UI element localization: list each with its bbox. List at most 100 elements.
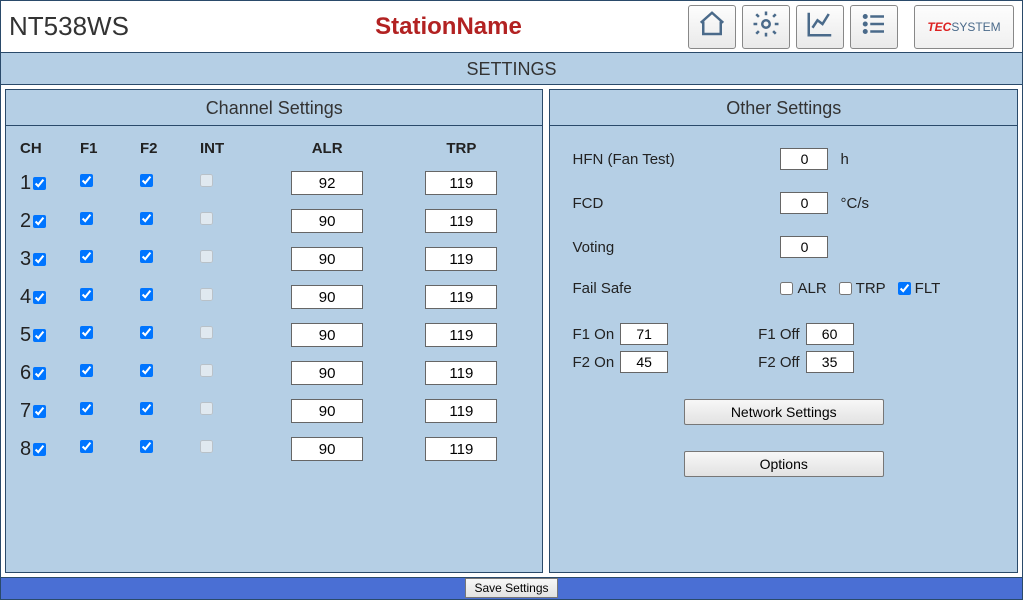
failsafe-flt-checkbox[interactable] xyxy=(898,282,911,295)
channel-int-checkbox[interactable] xyxy=(200,326,213,339)
channel-enable-checkbox[interactable] xyxy=(33,253,46,266)
channel-number-label: 7 xyxy=(20,400,31,423)
channel-f1-checkbox[interactable] xyxy=(80,250,93,263)
hfn-input[interactable] xyxy=(780,148,828,170)
channel-trp-input[interactable] xyxy=(425,209,497,233)
channel-alr-cell xyxy=(260,247,394,271)
failsafe-flt-label: FLT xyxy=(915,280,941,297)
channel-number: 4 xyxy=(20,286,80,309)
gear-icon xyxy=(751,9,781,44)
channel-trp-cell xyxy=(394,247,528,271)
f2off-label: F2 Off xyxy=(758,354,799,371)
channel-alr-input[interactable] xyxy=(291,437,363,461)
channel-int-cell xyxy=(200,402,260,420)
main-area: Channel Settings CH F1 F2 INT ALR TRP 12… xyxy=(1,85,1022,577)
channel-trp-input[interactable] xyxy=(425,285,497,309)
channel-alr-input[interactable] xyxy=(291,171,363,195)
channel-trp-input[interactable] xyxy=(425,361,497,385)
channel-int-cell xyxy=(200,288,260,306)
f2on-label: F2 On xyxy=(572,354,614,371)
channel-trp-input[interactable] xyxy=(425,171,497,195)
channel-f2-checkbox[interactable] xyxy=(140,174,153,187)
channel-enable-checkbox[interactable] xyxy=(33,443,46,456)
channel-f2-cell xyxy=(140,212,200,230)
col-f2: F2 xyxy=(140,140,200,157)
failsafe-label: Fail Safe xyxy=(572,280,772,297)
channel-trp-input[interactable] xyxy=(425,247,497,271)
page-title: SETTINGS xyxy=(1,53,1022,85)
channel-f1-checkbox[interactable] xyxy=(80,212,93,225)
channel-alr-input[interactable] xyxy=(291,361,363,385)
other-settings-title: Other Settings xyxy=(550,90,1017,126)
channel-enable-checkbox[interactable] xyxy=(33,405,46,418)
channel-trp-input[interactable] xyxy=(425,437,497,461)
channel-f1-checkbox[interactable] xyxy=(80,402,93,415)
channel-int-cell xyxy=(200,212,260,230)
channel-f2-checkbox[interactable] xyxy=(140,212,153,225)
failsafe-alr-checkbox[interactable] xyxy=(780,282,793,295)
channel-f2-checkbox[interactable] xyxy=(140,288,153,301)
channel-alr-input[interactable] xyxy=(291,285,363,309)
channel-enable-checkbox[interactable] xyxy=(33,367,46,380)
toolbar: TECSYSTEM xyxy=(688,5,1014,49)
channel-number: 3 xyxy=(20,248,80,271)
hfn-label: HFN (Fan Test) xyxy=(572,151,772,168)
channel-alr-input[interactable] xyxy=(291,247,363,271)
save-settings-button[interactable]: Save Settings xyxy=(465,578,557,598)
channel-f2-checkbox[interactable] xyxy=(140,402,153,415)
fcd-input[interactable] xyxy=(780,192,828,214)
channel-int-checkbox[interactable] xyxy=(200,212,213,225)
f2off-input[interactable] xyxy=(806,351,854,373)
channel-settings-panel: Channel Settings CH F1 F2 INT ALR TRP 12… xyxy=(5,89,543,573)
channel-int-checkbox[interactable] xyxy=(200,288,213,301)
channel-settings-title: Channel Settings xyxy=(6,90,542,126)
channel-alr-cell xyxy=(260,361,394,385)
channel-f2-checkbox[interactable] xyxy=(140,364,153,377)
f2on-input[interactable] xyxy=(620,351,668,373)
channel-alr-input[interactable] xyxy=(291,399,363,423)
network-settings-button[interactable]: Network Settings xyxy=(684,399,884,425)
channel-alr-input[interactable] xyxy=(291,209,363,233)
voting-input[interactable] xyxy=(780,236,828,258)
channel-enable-checkbox[interactable] xyxy=(33,291,46,304)
channel-alr-cell xyxy=(260,437,394,461)
channel-enable-checkbox[interactable] xyxy=(33,215,46,228)
channel-number-label: 1 xyxy=(20,172,31,195)
chart-button[interactable] xyxy=(796,5,844,49)
channel-int-checkbox[interactable] xyxy=(200,364,213,377)
channel-f1-checkbox[interactable] xyxy=(80,440,93,453)
channel-f2-checkbox[interactable] xyxy=(140,250,153,263)
channel-enable-checkbox[interactable] xyxy=(33,177,46,190)
channel-f1-cell xyxy=(80,402,140,420)
channel-f1-checkbox[interactable] xyxy=(80,326,93,339)
settings-button[interactable] xyxy=(742,5,790,49)
f1on-input[interactable] xyxy=(620,323,668,345)
channel-f1-cell xyxy=(80,440,140,458)
home-button[interactable] xyxy=(688,5,736,49)
f1off-label: F1 Off xyxy=(758,326,799,343)
failsafe-trp-label: TRP xyxy=(856,280,886,297)
channel-f1-checkbox[interactable] xyxy=(80,174,93,187)
channel-f2-checkbox[interactable] xyxy=(140,326,153,339)
list-button[interactable] xyxy=(850,5,898,49)
channel-f1-cell xyxy=(80,250,140,268)
chart-icon xyxy=(805,9,835,44)
channel-number: 5 xyxy=(20,324,80,347)
channel-number: 8 xyxy=(20,438,80,461)
options-button[interactable]: Options xyxy=(684,451,884,477)
channel-f1-checkbox[interactable] xyxy=(80,288,93,301)
channel-int-checkbox[interactable] xyxy=(200,402,213,415)
channel-int-checkbox[interactable] xyxy=(200,440,213,453)
channel-int-checkbox[interactable] xyxy=(200,174,213,187)
channel-alr-cell xyxy=(260,171,394,195)
channel-f2-checkbox[interactable] xyxy=(140,440,153,453)
f1off-input[interactable] xyxy=(806,323,854,345)
failsafe-trp-checkbox[interactable] xyxy=(839,282,852,295)
channel-alr-input[interactable] xyxy=(291,323,363,347)
channel-trp-input[interactable] xyxy=(425,399,497,423)
channel-int-checkbox[interactable] xyxy=(200,250,213,263)
channel-enable-checkbox[interactable] xyxy=(33,329,46,342)
channel-f1-checkbox[interactable] xyxy=(80,364,93,377)
voting-label: Voting xyxy=(572,239,772,256)
channel-trp-input[interactable] xyxy=(425,323,497,347)
